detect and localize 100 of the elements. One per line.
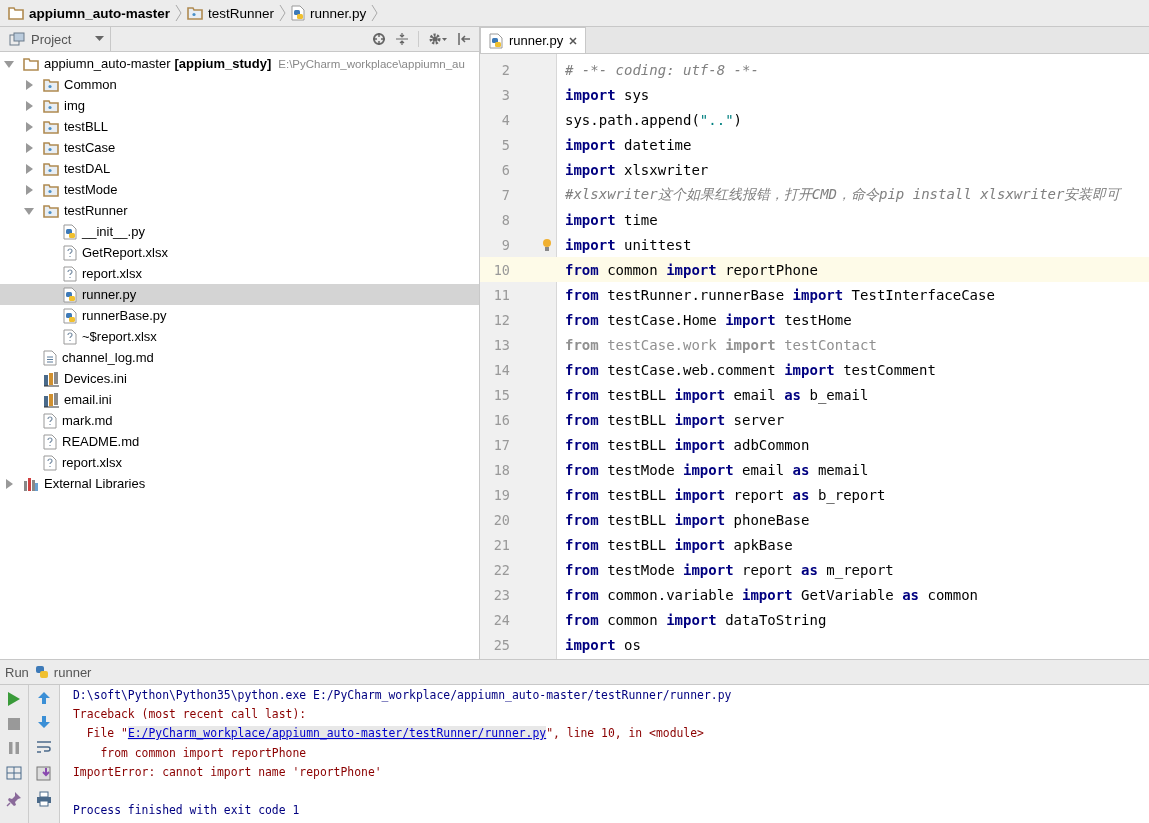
collapsed-arrow-icon[interactable]: [4, 478, 14, 489]
line-number: 21: [492, 536, 510, 553]
package-folder-icon: [43, 77, 59, 92]
code-line: from testCase.Home import testHome: [564, 311, 852, 328]
close-icon[interactable]: [569, 36, 578, 45]
collapsed-arrow-icon[interactable]: [24, 142, 34, 153]
code-line: from testBLL import apkBase: [564, 536, 793, 553]
line-number: 23: [492, 586, 510, 603]
tree-item[interactable]: __init__.py: [0, 221, 479, 242]
scroll-to-end-icon[interactable]: [36, 765, 52, 781]
code-line: from testRunner.runnerBase import TestInterfaceCase: [564, 286, 995, 303]
tree-item[interactable]: channel_log.md: [0, 347, 479, 368]
breadcrumb[interactable]: runner.py: [291, 5, 367, 21]
collapsed-arrow-icon[interactable]: [24, 100, 34, 111]
code-line: import sys: [564, 86, 650, 103]
down-arrow-icon[interactable]: [37, 715, 51, 729]
tree-item[interactable]: testCase: [0, 137, 479, 158]
collapsed-arrow-icon[interactable]: [24, 79, 34, 90]
tree-item[interactable]: report.xlsx: [0, 452, 479, 473]
breadcrumb[interactable]: appiumn_auto-master: [8, 5, 171, 21]
console-line: Traceback (most recent call last):: [73, 706, 308, 724]
tree-item[interactable]: Devices.ini: [0, 368, 479, 389]
console-line: ImportError: cannot import name 'reportPhone': [73, 763, 383, 781]
unknown-file-icon: [43, 433, 57, 450]
line-number: 14: [492, 361, 510, 378]
python-icon: [34, 665, 49, 679]
tree-item[interactable]: email.ini: [0, 389, 479, 410]
breadcrumb[interactable]: testRunner: [187, 5, 275, 21]
run-config-tab[interactable]: runner: [34, 664, 92, 680]
up-arrow-icon[interactable]: [37, 691, 51, 705]
code-line: import datetime: [564, 136, 692, 153]
line-number: 6: [500, 161, 510, 178]
line-number: 22: [492, 561, 510, 578]
expanded-arrow-icon[interactable]: [24, 205, 34, 216]
code-line: import os: [564, 636, 641, 653]
code-line: from common import reportPhone: [564, 261, 818, 278]
tree-item[interactable]: testBLL: [0, 116, 479, 137]
pause-icon[interactable]: [7, 741, 21, 755]
settings-icon[interactable]: [428, 32, 448, 46]
package-folder-icon: [43, 161, 59, 176]
chevron-icon: [175, 4, 183, 22]
code-line: #xlsxwriter这个如果红线报错，打开CMD，命令pip install xlsxwriter安装即可: [564, 185, 1121, 204]
unknown-file-icon: [43, 454, 57, 471]
package-folder-icon: [43, 182, 59, 197]
line-number: 11: [492, 286, 510, 303]
package-folder-icon: [43, 119, 59, 134]
code-line: from testBLL import report as b_report: [564, 486, 886, 503]
chevron-icon: [371, 4, 379, 22]
tree-item[interactable]: testMode: [0, 179, 479, 200]
expanded-arrow-icon[interactable]: [4, 58, 14, 69]
line-number: 18: [492, 461, 510, 478]
tree-item[interactable]: mark.md: [0, 410, 479, 431]
console-text: File ": [85, 726, 128, 741]
line-number: 12: [492, 311, 510, 328]
tree-item[interactable]: ~$report.xlsx: [0, 326, 479, 347]
target-icon[interactable]: [372, 32, 386, 46]
collapsed-arrow-icon[interactable]: [24, 121, 34, 132]
collapsed-arrow-icon[interactable]: [24, 163, 34, 174]
line-number: 16: [492, 411, 510, 428]
run-panel-title: Run: [5, 664, 29, 680]
package-folder-icon: [43, 203, 59, 218]
python-file-icon: [291, 5, 306, 21]
tree-item[interactable]: img: [0, 95, 479, 116]
tree-item[interactable]: report.xlsx: [0, 263, 479, 284]
hide-panel-icon[interactable]: [457, 32, 471, 46]
file-link[interactable]: E:/PyCharm_workplace/appiumn_auto-master/testRunner/runner.py: [127, 726, 547, 741]
line-number: 9: [500, 236, 510, 253]
unknown-file-icon: [63, 328, 77, 345]
dropdown-caret-icon: [95, 36, 104, 42]
tree-item[interactable]: External Libraries: [0, 473, 479, 494]
config-file-icon: [43, 391, 59, 408]
editor-tab[interactable]: runner.py: [480, 27, 587, 53]
collapsed-arrow-icon[interactable]: [24, 184, 34, 195]
tree-item[interactable]: runner.py: [0, 284, 479, 305]
line-number: 19: [492, 486, 510, 503]
stop-icon[interactable]: [7, 717, 21, 731]
view-dropdown[interactable]: Project: [0, 27, 111, 51]
tree-item[interactable]: runnerBase.py: [0, 305, 479, 326]
project-view-icon: [9, 32, 25, 46]
text-file-icon: [43, 349, 57, 366]
soft-wrap-icon[interactable]: [36, 739, 52, 755]
library-icon: [23, 475, 39, 492]
layout-icon[interactable]: [6, 765, 22, 781]
tree-item[interactable]: testDAL: [0, 158, 479, 179]
collapse-icon[interactable]: [395, 32, 409, 46]
console-line: from common import reportPhone: [99, 744, 308, 762]
tree-item[interactable]: GetReport.xlsx: [0, 242, 479, 263]
tree-item[interactable]: Common: [0, 74, 479, 95]
tree-item[interactable]: appiumn_auto-master [appium_study] E:\PyCharm_workplace\appiumn_au: [0, 53, 479, 74]
package-folder-icon: [187, 6, 204, 20]
unknown-file-icon: [63, 244, 77, 261]
tree-item[interactable]: README.md: [0, 431, 479, 452]
pin-icon[interactable]: [6, 791, 22, 807]
lightbulb-icon[interactable]: [542, 237, 552, 252]
line-number: 25: [492, 636, 510, 653]
run-icon[interactable]: [7, 691, 21, 707]
line-number: 4: [500, 111, 510, 128]
tree-item[interactable]: testRunner: [0, 200, 479, 221]
line-number: 5: [500, 136, 510, 153]
print-icon[interactable]: [36, 791, 52, 807]
